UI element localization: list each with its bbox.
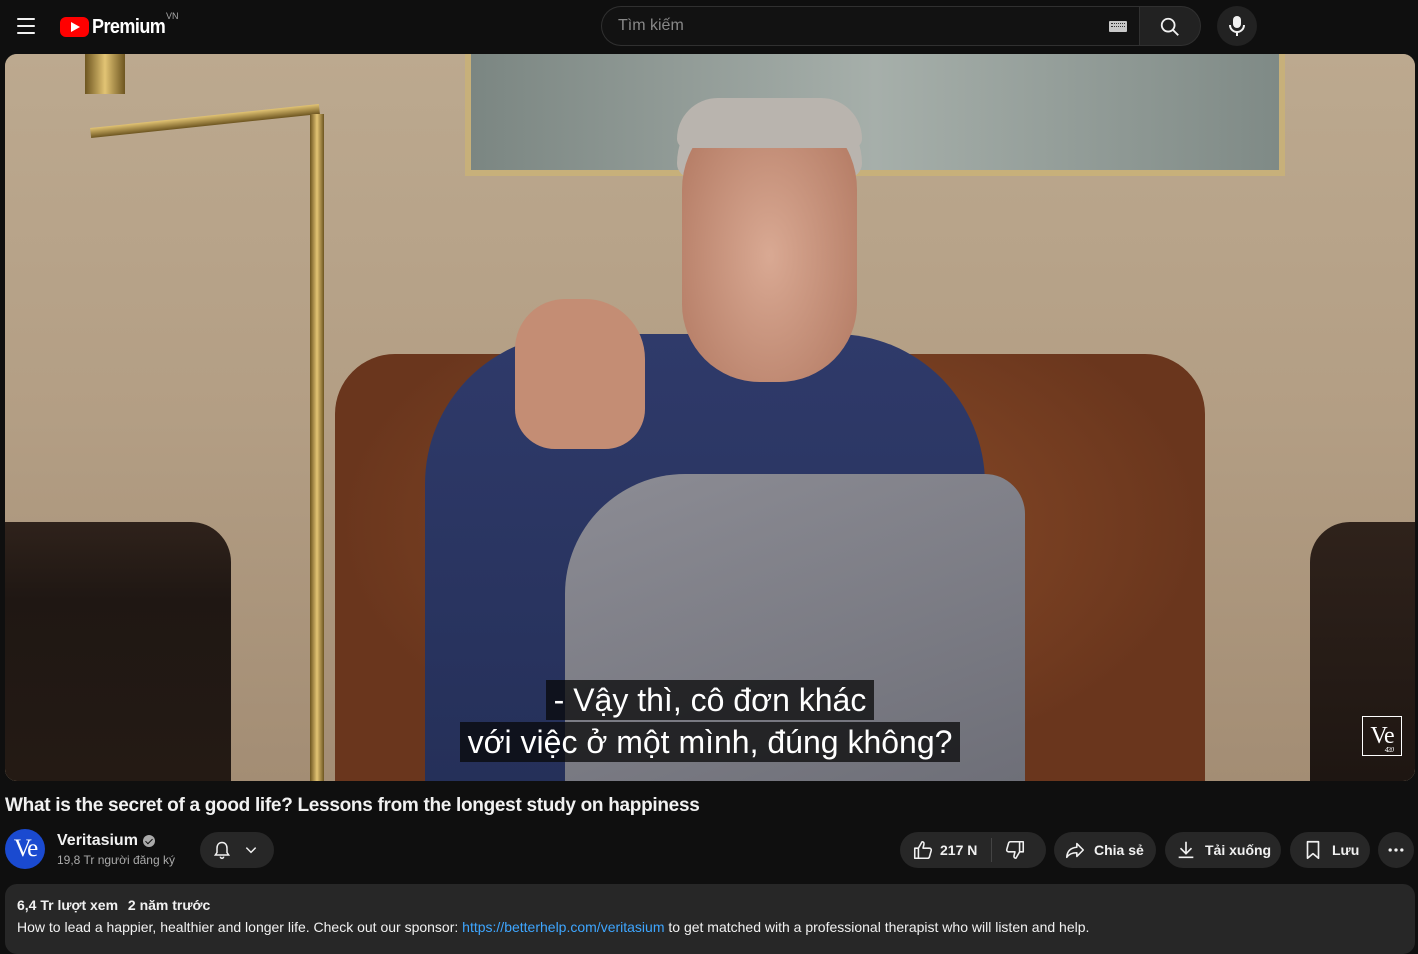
channel-owner: Ve Veritasium 19,8 Tr người đăng ký — [5, 829, 175, 869]
logo-text: Premium — [92, 15, 166, 38]
download-icon — [1178, 841, 1194, 859]
search-box — [601, 6, 1139, 46]
bookmark-icon — [1306, 840, 1320, 860]
video-scene-painting — [465, 54, 1285, 176]
bell-icon — [213, 841, 231, 860]
like-count: 217 N — [940, 842, 978, 858]
download-label: Tải xuống — [1205, 842, 1272, 858]
notification-subscribe-button[interactable] — [200, 832, 274, 868]
channel-name: Veritasium — [57, 831, 138, 849]
search-icon — [1160, 17, 1179, 36]
voice-search-button[interactable] — [1217, 6, 1257, 46]
verified-badge-icon — [142, 834, 155, 847]
share-button[interactable]: Chia sẻ — [1054, 832, 1156, 868]
thumbs-down-icon — [1006, 840, 1025, 860]
masthead: Premium VN — [0, 0, 1418, 54]
dislike-button[interactable] — [992, 832, 1026, 868]
description-text: How to lead a happier, healthier and lon… — [17, 919, 1090, 935]
more-actions-button[interactable] — [1378, 832, 1414, 868]
share-icon — [1065, 842, 1085, 859]
chevron-down-icon — [245, 847, 257, 854]
save-button[interactable]: Lưu — [1290, 832, 1370, 868]
search-input[interactable] — [618, 7, 1088, 45]
share-label: Chia sẻ — [1094, 842, 1144, 858]
save-label: Lưu — [1332, 842, 1360, 858]
youtube-premium-logo[interactable]: Premium VN — [60, 11, 179, 40]
youtube-play-icon — [60, 17, 89, 37]
channel-name-link[interactable]: Veritasium — [57, 832, 175, 850]
sponsor-link[interactable]: https://betterhelp.com/veritasium — [462, 919, 664, 935]
download-button[interactable]: Tải xuống — [1165, 832, 1281, 868]
video-player[interactable]: - Vậy thì, cô đơn khác với việc ở một mì… — [5, 54, 1415, 781]
caption-line-2: với việc ở một mình, đúng không? — [459, 722, 961, 762]
thumbs-up-icon — [913, 840, 933, 860]
upload-date: 2 năm trước — [127, 897, 211, 913]
caption-line-1: - Vậy thì, cô đơn khác — [545, 680, 875, 720]
video-title: What is the secret of a good life? Lesso… — [5, 795, 700, 816]
channel-watermark[interactable]: Ve 42.0 — [1362, 716, 1402, 756]
country-code: VN — [166, 11, 179, 21]
guide-menu-button[interactable] — [9, 9, 43, 43]
like-dislike-group: 217 N — [900, 832, 1046, 868]
channel-avatar[interactable]: Ve — [5, 829, 45, 869]
more-horizontal-icon — [1388, 848, 1404, 852]
description-meta: 6,4 Tr lượt xem 2 năm trước — [17, 897, 1403, 913]
microphone-icon — [1229, 16, 1245, 36]
subscriber-count: 19,8 Tr người đăng ký — [57, 852, 175, 867]
keyboard-icon[interactable] — [1109, 21, 1127, 32]
description-box[interactable]: 6,4 Tr lượt xem 2 năm trước How to lead … — [5, 884, 1415, 954]
like-button[interactable]: 217 N — [900, 832, 977, 868]
view-count: 6,4 Tr lượt xem — [17, 897, 119, 913]
hamburger-icon — [17, 18, 35, 20]
search-button[interactable] — [1139, 6, 1201, 46]
